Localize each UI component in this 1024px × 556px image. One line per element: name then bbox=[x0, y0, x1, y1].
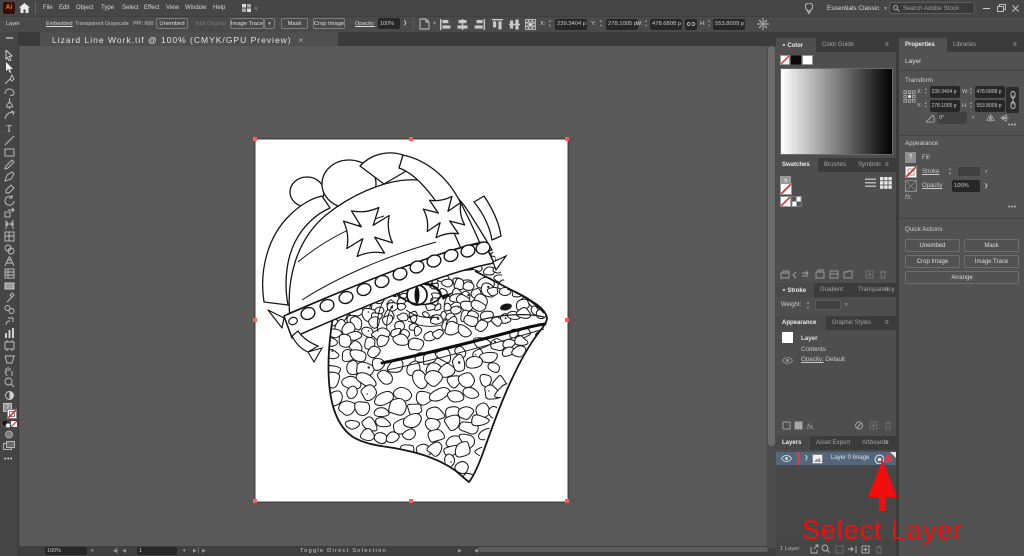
svg-text:fx.: fx. bbox=[807, 422, 815, 431]
svg-text:T: T bbox=[6, 124, 12, 134]
